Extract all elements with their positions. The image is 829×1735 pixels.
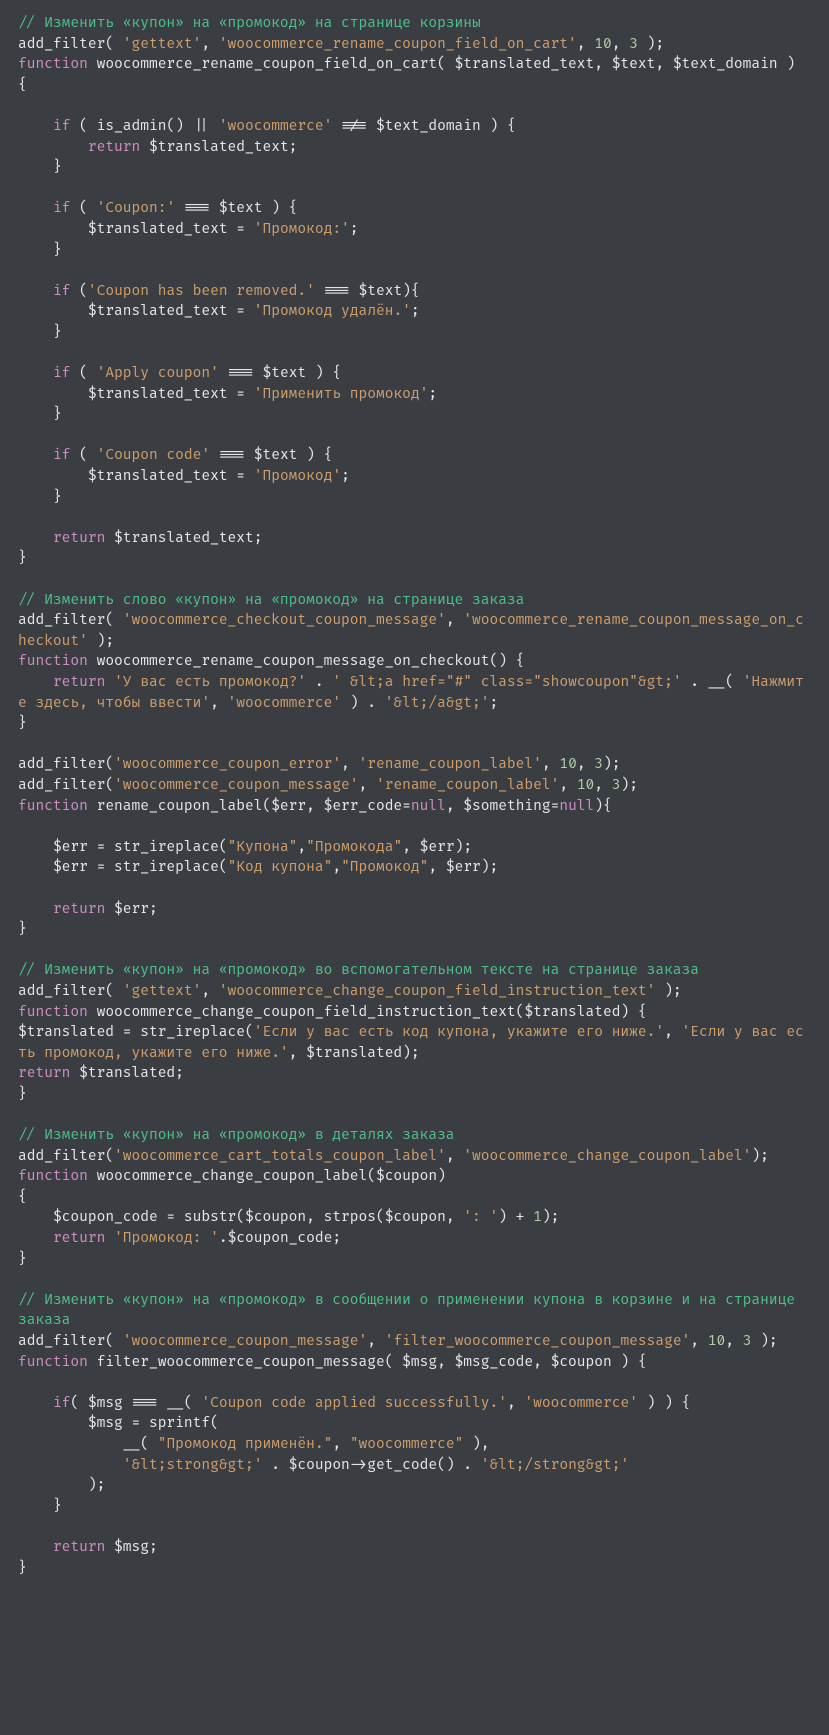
code-line: function woocommerce_change_coupon_label… [18, 1168, 446, 1185]
code-line: return $translated_text; [18, 139, 297, 156]
code-line: add_filter( 'woocommerce_coupon_message'… [18, 1333, 778, 1350]
code-line: function rename_coupon_label($err, $err_… [18, 798, 612, 815]
code-line: $translated_text = 'Промокод'; [18, 468, 350, 485]
code-line: } [18, 715, 27, 732]
code-line: $translated_text = 'Применить промокод'; [18, 386, 437, 403]
code-comment: // Изменить «купон» на «промокод» в дета… [18, 1127, 455, 1144]
code-line: } [18, 324, 62, 341]
code-line: if ( 'Coupon:' === $text ) { [18, 200, 297, 217]
code-line: } [18, 406, 62, 423]
code-line: function woocommerce_rename_coupon_messa… [18, 653, 524, 670]
code-line: add_filter( 'woocommerce_checkout_coupon… [18, 612, 804, 650]
code-line: $translated_text = 'Промокод удалён.'; [18, 303, 420, 320]
code-comment: // Изменить «купон» на «промокод» в сооб… [18, 1292, 804, 1330]
code-line: $coupon_code = substr($coupon, strpos($c… [18, 1209, 559, 1226]
code-comment: // Изменить «купон» на «промокод» на стр… [18, 15, 481, 32]
code-line: return 'У вас есть промокод?' . ' &lt;a … [18, 674, 804, 712]
code-comment: // Изменить «купон» на «промокод» во всп… [18, 962, 699, 979]
code-block: // Изменить «купон» на «промокод» на стр… [0, 0, 829, 1593]
code-line: $err = str_ireplace("Код купона","Промок… [18, 859, 498, 876]
code-line: add_filter('woocommerce_coupon_error', '… [18, 756, 620, 773]
code-line: function woocommerce_change_coupon_field… [18, 1004, 647, 1021]
code-comment: // Изменить слово «купон» на «промокод» … [18, 592, 524, 609]
code-line: if ( 'Coupon code' === $text ) { [18, 447, 332, 464]
code-line: if ( is_admin() || 'woocommerce' !== $te… [18, 118, 516, 135]
code-line: $err = str_ireplace("Купона","Промокода"… [18, 839, 472, 856]
code-line: } [18, 489, 62, 506]
code-line: } [18, 1560, 27, 1577]
code-line: '&lt;strong&gt;' . $coupon->get_code() .… [18, 1457, 629, 1474]
code-line: $translated = str_ireplace('Если у вас е… [18, 1024, 804, 1062]
code-line: if ('Coupon has been removed.' === $text… [18, 283, 420, 300]
code-line: if ( 'Apply coupon' === $text ) { [18, 365, 341, 382]
code-line: } [18, 1086, 27, 1103]
code-line: __( "Промокод применён.", "woocommerce" … [18, 1436, 490, 1453]
code-line: } [18, 242, 62, 259]
code-line: } [18, 550, 27, 567]
code-line: add_filter( 'gettext', 'woocommerce_rena… [18, 36, 664, 53]
code-line: add_filter('woocommerce_cart_totals_coup… [18, 1148, 769, 1165]
code-line: ); [18, 1477, 105, 1494]
code-line: return $translated_text; [18, 530, 262, 547]
code-line: return $translated; [18, 1065, 184, 1082]
code-line: $translated_text = 'Промокод:'; [18, 221, 359, 238]
code-line: } [18, 159, 62, 176]
code-line: function woocommerce_rename_coupon_field… [18, 56, 804, 94]
code-line: return 'Промокод: '.$coupon_code; [18, 1230, 341, 1247]
code-line: } [18, 1498, 62, 1515]
code-line: return $err; [18, 901, 158, 918]
code-line: function filter_woocommerce_coupon_messa… [18, 1354, 647, 1371]
code-line: { [18, 1189, 27, 1206]
code-line: add_filter( 'gettext', 'woocommerce_chan… [18, 983, 682, 1000]
code-line: return $msg; [18, 1539, 158, 1556]
code-line: if( $msg === __( 'Coupon code applied su… [18, 1395, 690, 1412]
code-line: } [18, 1251, 27, 1268]
code-line: add_filter('woocommerce_coupon_message',… [18, 777, 638, 794]
code-line: } [18, 921, 27, 938]
code-line: $msg = sprintf( [18, 1415, 219, 1432]
